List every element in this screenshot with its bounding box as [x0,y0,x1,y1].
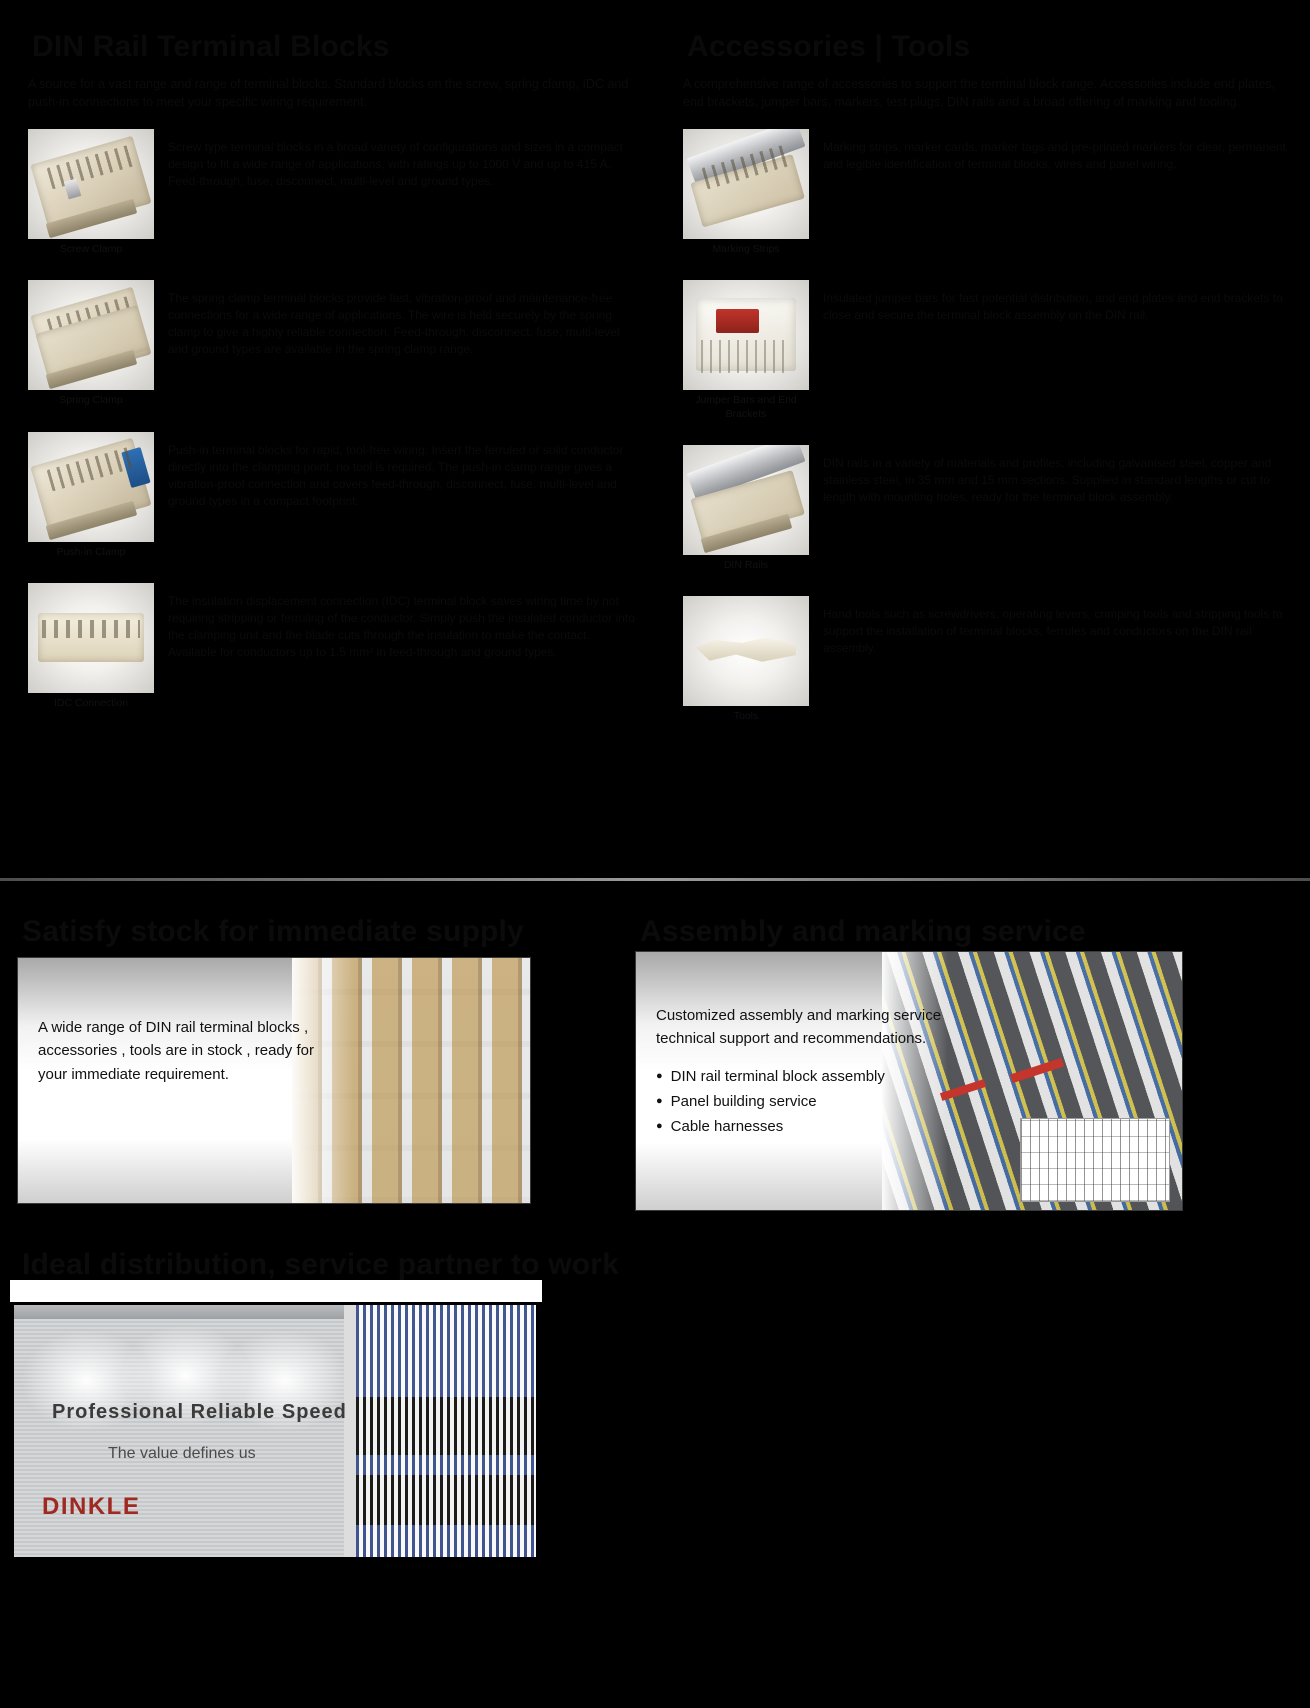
din-rails-icon [683,444,809,555]
right-section-intro: A comprehensive range of accessories to … [683,77,1275,110]
product-caption: Marking Strips [712,243,780,256]
marking-strips-icon [683,129,809,240]
product-item[interactable]: Spring Clamp The spring clamp terminal b… [28,280,637,407]
product-description: Hand tools such as screwdrivers, operati… [823,606,1283,655]
distribution-heading-underlay [10,1280,542,1302]
product-description: Screw type terminal blocks in a broad va… [168,140,623,189]
product-caption: IDC Connection [53,696,129,709]
terminal-block-idc-icon [28,582,154,693]
product-item[interactable]: Marking Strips Marking strips, marker ca… [683,129,1292,256]
dinkle-logo: DINKLE [42,1493,141,1520]
product-caption: DIN Rails [723,558,769,571]
banner-subtitle: The value defines us [108,1445,256,1462]
product-thumb-wrap: Marking Strips [683,129,809,256]
product-thumb-wrap: Tools [683,595,809,723]
product-caption: Jumper Bars and End Brackets [695,394,797,420]
product-caption: Screw Clamp [59,243,123,256]
panel-schematic-drawing-icon [1020,1118,1170,1202]
product-thumb-wrap: IDC Connection [28,582,154,710]
product-description: Marking strips, marker cards, marker tag… [823,140,1286,172]
product-item[interactable]: IDC Connection The insulation displaceme… [28,582,637,710]
banner-top-bar [14,1305,344,1319]
product-item[interactable]: Push-in Clamp Push-in terminal blocks fo… [28,431,637,559]
jumper-bars-end-brackets-icon [683,280,809,391]
left-section-heading: DIN Rail Terminal Blocks [32,30,390,63]
right-section-heading: Accessories | Tools [687,30,971,63]
assembly-service-list: DIN rail terminal block assembly Panel b… [656,1065,948,1139]
list-item: DIN rail terminal block assembly [656,1065,948,1088]
product-description: Insulated jumper bars for fast potential… [823,291,1283,323]
section-divider [0,878,1310,881]
assembly-panel[interactable]: Customized assembly and marking service … [636,952,1182,1210]
product-thumb-wrap: DIN Rails [683,444,809,572]
catalog-page: DIN Rail Terminal Blocks A source for a … [0,0,1310,1708]
terminal-block-spring-clamp-icon [28,280,154,391]
product-description: Push-in terminal blocks for rapid, tool-… [168,442,624,508]
din-rail-terminal-blocks-column: DIN Rail Terminal Blocks A source for a … [0,0,655,960]
terminal-block-screw-clamp-icon [28,129,154,240]
stock-panel-heading: Satisfy stock for immediate supply [22,915,524,948]
product-thumb-wrap: Push-in Clamp [28,431,154,559]
product-item[interactable]: Tools Hand tools such as screwdrivers, o… [683,595,1292,723]
accessories-tools-column: Accessories | Tools A comprehensive rang… [655,0,1310,960]
product-item[interactable]: DIN Rails DIN rails in a variety of mate… [683,444,1292,572]
control-panel-wiring-photo [356,1305,536,1557]
product-thumb-wrap: Screw Clamp [28,129,154,256]
catalog-sections: DIN Rail Terminal Blocks A source for a … [0,0,1310,960]
terminal-block-push-in-icon [28,431,154,542]
product-thumb-wrap: Spring Clamp [28,280,154,407]
stock-panel-body: A wide range of DIN rail terminal blocks… [38,1019,314,1083]
product-caption: Push-in Clamp [56,545,126,558]
product-caption: Tools [733,709,759,722]
assembly-panel-heading: Assembly and marking service [640,915,1086,948]
list-item: Cable harnesses [656,1115,948,1138]
stock-panel-text-block: A wide range of DIN rail terminal blocks… [18,958,348,1086]
list-item: Panel building service [656,1090,948,1113]
distribution-panel-heading: Ideal distribution, service partner to w… [22,1248,620,1281]
product-description: DIN rails in a variety of materials and … [823,455,1272,504]
product-item[interactable]: Jumper Bars and End Brackets Insulated j… [683,280,1292,420]
product-thumb-wrap: Jumper Bars and End Brackets [683,280,809,420]
product-item[interactable]: Screw Clamp Screw type terminal blocks i… [28,129,637,256]
assembly-panel-body: Customized assembly and marking service … [656,1007,942,1048]
hand-tools-icon [683,595,809,706]
dinkle-banner[interactable]: Professional Reliable Speed The value de… [14,1305,536,1557]
stock-panel[interactable]: A wide range of DIN rail terminal blocks… [18,958,530,1203]
product-description: The insulation displacement connection (… [168,593,635,659]
assembly-panel-text-block: Customized assembly and marking service … [636,952,966,1138]
product-description: The spring clamp terminal blocks provide… [168,291,620,357]
left-section-intro: A source for a vast range and range of t… [28,77,629,110]
banner-title: Professional Reliable Speed [52,1401,347,1423]
product-caption: Spring Clamp [59,394,123,407]
